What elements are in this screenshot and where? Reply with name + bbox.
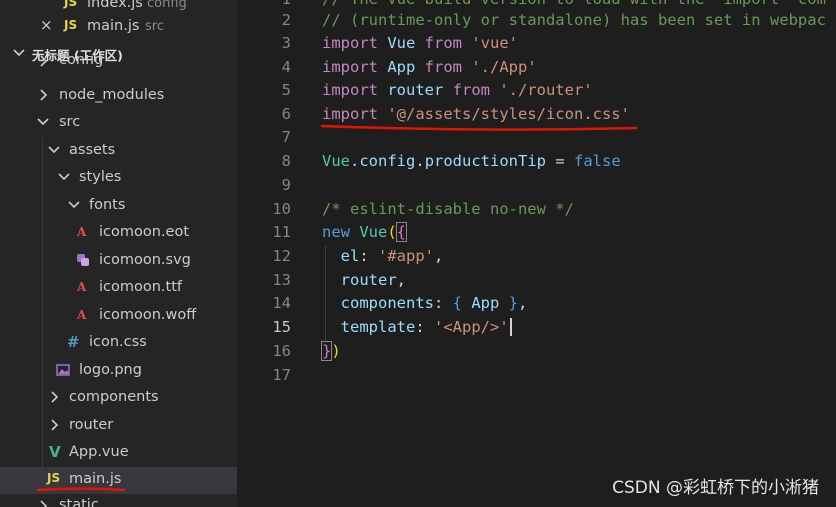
indent-guide <box>325 246 326 340</box>
tree-item-static[interactable]: static <box>0 495 237 507</box>
tree-item-label: App.vue <box>69 444 129 460</box>
red-underline-mark <box>36 487 126 492</box>
code-line: 12 el: '#app', <box>272 247 444 265</box>
chevron-down-icon <box>68 201 80 209</box>
tree-item-icomoon-woff[interactable]: A icomoon.woff <box>0 303 237 330</box>
code-line: 5 import router from './router' <box>281 81 593 99</box>
tree-item-components[interactable]: components <box>0 385 237 412</box>
tree-item-label: static <box>59 497 99 507</box>
chevron-right-icon <box>40 89 48 101</box>
tree-item-main-js[interactable]: JS main.js <box>0 467 237 494</box>
js-file-icon: JS <box>64 0 78 9</box>
chevron-right-icon <box>40 500 48 507</box>
tree-item-icomoon-ttf[interactable]: A icomoon.ttf <box>0 275 237 302</box>
tree-item-label: icomoon.svg <box>99 252 191 268</box>
js-file-icon: JS <box>64 18 78 32</box>
css-file-icon: # <box>67 333 80 351</box>
tree-item-config[interactable]: config <box>0 55 237 77</box>
tree-item-label: router <box>69 417 114 433</box>
code-line: 15 template: '<App/>' <box>237 316 836 340</box>
tree-item-label: icomoon.ttf <box>99 279 183 295</box>
code-line: 2// (runtime-only or standalone) has bee… <box>281 11 826 29</box>
code-line: 9 <box>281 176 291 194</box>
tree-item-label: components <box>69 389 159 405</box>
code-line: 3 import Vue from 'vue' <box>281 34 518 52</box>
code-line: 14 components: { App }, <box>272 294 528 312</box>
font-file-icon: A <box>77 308 87 322</box>
tree-item-label: src <box>59 114 81 130</box>
code-line: 16}) <box>272 341 341 361</box>
open-editor-dir: config <box>147 0 187 11</box>
code-line: 8 Vue.config.productionTip = false <box>281 152 621 170</box>
tree-item-icon-css[interactable]: # icon.css <box>0 330 237 357</box>
tree-item-fonts[interactable]: fonts <box>0 193 237 220</box>
open-editor-label: index.js <box>87 0 143 11</box>
code-line: 4 import App from './App' <box>281 58 537 76</box>
chevron-down-icon <box>37 118 49 126</box>
code-line: 17 <box>272 366 291 384</box>
tree-item-styles[interactable]: styles <box>0 165 237 192</box>
chevron-right-icon <box>51 391 59 403</box>
code-line: 11 new Vue({ <box>272 222 408 242</box>
tree-item-label: icon.css <box>89 334 147 350</box>
open-editor-label: main.js <box>87 18 140 34</box>
tree-item-label: config <box>59 55 104 68</box>
code-editor[interactable]: 1// The Vue build version to load with t… <box>237 0 836 507</box>
chevron-right-icon <box>40 55 48 67</box>
code-line: 10/* eslint-disable no-new */ <box>272 200 574 218</box>
tree-item-label: icomoon.woff <box>99 307 197 323</box>
watermark: CSDN @彩虹桥下的小淅猪 <box>612 478 819 498</box>
tree-item-icomoon-eot[interactable]: A icomoon.eot <box>0 220 237 247</box>
vue-file-icon: V <box>49 443 61 461</box>
tree-item-src[interactable]: src <box>0 110 237 137</box>
code-line: 13 router, <box>272 271 406 289</box>
chevron-right-icon <box>51 419 59 431</box>
tree-item-logo-png[interactable]: logo.png <box>0 358 237 385</box>
tree-item-label: icomoon.eot <box>99 224 190 240</box>
code-line: 6 import '@/assets/styles/icon.css' <box>237 103 836 131</box>
open-editor-main-js[interactable]: × JS main.js src <box>0 14 237 41</box>
tree-item-label: assets <box>69 142 116 158</box>
tree-item-assets[interactable]: assets <box>0 138 237 165</box>
image-file-icon <box>56 364 70 376</box>
tree-item-label: logo.png <box>79 362 142 378</box>
tree-item-router[interactable]: router <box>0 413 237 440</box>
chevron-down-icon <box>48 146 60 154</box>
code-line: 7 <box>281 128 291 146</box>
tree-item-label: node_modules <box>59 87 165 103</box>
tree-item-app-vue[interactable]: V App.vue <box>0 440 237 467</box>
font-file-icon: A <box>77 225 87 239</box>
tree-item-icomoon-svg[interactable]: icomoon.svg <box>0 248 237 275</box>
js-file-icon: JS <box>47 471 61 485</box>
tree-item-node-modules[interactable]: node_modules <box>0 83 237 110</box>
open-editor-dir: src <box>145 19 164 34</box>
tree-item-label: fonts <box>89 197 126 213</box>
svg-file-icon <box>77 254 89 266</box>
tree-item-label: styles <box>79 169 122 185</box>
font-file-icon: A <box>77 280 87 294</box>
explorer-panel: JS index.js config × JS main.js src 无标题 … <box>0 0 237 507</box>
close-icon[interactable]: × <box>40 16 53 34</box>
chevron-down-icon <box>58 173 70 181</box>
